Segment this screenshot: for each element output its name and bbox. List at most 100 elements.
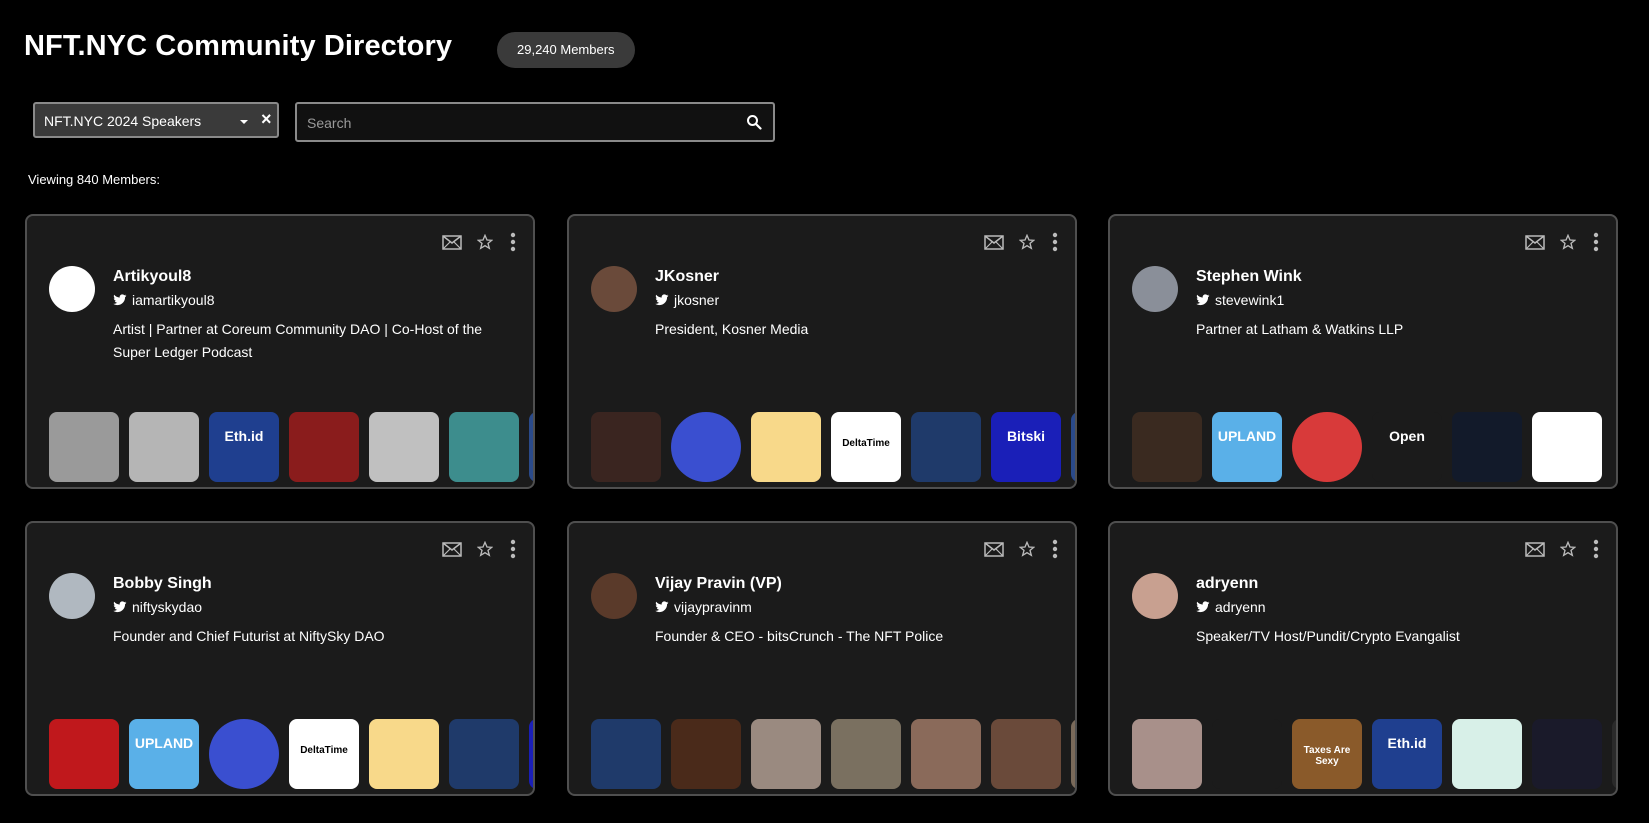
member-name[interactable]: Bobby Singh [113,575,212,593]
nft-thumbnail[interactable] [1071,412,1075,482]
nft-thumbnail[interactable] [369,412,439,482]
member-name[interactable]: Vijay Pravin (VP) [655,575,782,593]
nft-thumbnail[interactable] [129,412,199,482]
message-icon[interactable] [984,235,1004,250]
nft-thumbnail[interactable]: Eth.id [1372,719,1442,789]
filter-selected-value: NFT.NYC 2024 Speakers [44,113,202,129]
member-bio: President, Kosner Media [655,321,809,337]
avatar[interactable] [1132,266,1178,312]
star-icon[interactable] [1019,234,1035,250]
nft-label: Open [1389,428,1425,444]
avatar[interactable] [1132,573,1178,619]
nft-thumbnail[interactable] [529,719,533,789]
nft-gallery: DeltaTime Bitski [591,412,1075,484]
star-icon[interactable] [1560,541,1576,557]
nft-label: Taxes Are Sexy [1303,745,1351,767]
nft-thumbnail[interactable]: Bitski [991,412,1061,482]
nft-thumbnail[interactable]: DeltaTime [831,412,901,482]
nft-thumbnail[interactable] [1452,412,1522,482]
members-count-badge: 29,240 Members [497,32,635,68]
nft-thumbnail[interactable] [209,719,279,789]
member-card[interactable]: Bobby Singh niftyskydao Founder and Chief … [25,521,535,796]
caret-down-icon[interactable] [240,120,248,124]
nft-thumbnail[interactable]: Open [1372,412,1442,482]
nft-thumbnail[interactable] [449,719,519,789]
nft-thumbnail[interactable] [751,719,821,789]
message-icon[interactable] [984,542,1004,557]
more-options-icon[interactable] [510,539,516,559]
nft-thumbnail[interactable] [1212,719,1282,789]
twitter-handle-link[interactable]: jkosner [655,292,719,308]
avatar[interactable] [49,266,95,312]
star-icon[interactable] [1560,234,1576,250]
nft-thumbnail[interactable] [49,412,119,482]
twitter-handle-link[interactable]: stevewink1 [1196,292,1284,308]
nft-thumbnail[interactable] [911,412,981,482]
nft-thumbnail[interactable]: Eth.id [209,412,279,482]
nft-thumbnail[interactable]: UPLAND [1212,412,1282,482]
search-icon[interactable] [746,114,762,130]
star-icon[interactable] [477,541,493,557]
member-card[interactable]: Stephen Wink stevewink1 Partner at Latham … [1108,214,1618,489]
more-options-icon[interactable] [1052,232,1058,252]
nft-thumbnail[interactable] [1132,412,1202,482]
nft-thumbnail[interactable] [831,719,901,789]
nft-thumbnail[interactable] [671,412,741,482]
member-name[interactable]: adryenn [1196,575,1258,593]
more-options-icon[interactable] [1052,539,1058,559]
nft-thumbnail[interactable]: Taxes Are Sexy [1292,719,1362,789]
nft-thumbnail[interactable] [1071,719,1075,789]
twitter-handle-link[interactable]: adryenn [1196,599,1266,615]
member-card[interactable]: adryenn adryenn Speaker/TV Host/Pundit/Cry… [1108,521,1618,796]
member-card[interactable]: Artikyoul8 iamartikyoul8 Artist | Partner … [25,214,535,489]
twitter-icon [655,294,669,306]
nft-thumbnail[interactable] [591,719,661,789]
member-name[interactable]: Artikyoul8 [113,268,191,286]
nft-thumbnail[interactable] [529,412,533,482]
message-icon[interactable] [442,235,462,250]
nft-thumbnail[interactable]: DeltaTime [289,719,359,789]
twitter-handle-link[interactable]: iamartikyoul8 [113,292,214,308]
clear-filter-icon[interactable]: × [261,109,272,130]
nft-thumbnail[interactable] [1532,412,1602,482]
avatar[interactable] [591,573,637,619]
nft-label: DeltaTime [842,438,890,449]
search-field[interactable] [295,102,775,142]
nft-thumbnail[interactable] [449,412,519,482]
nft-thumbnail[interactable] [289,412,359,482]
more-options-icon[interactable] [510,232,516,252]
nft-thumbnail[interactable] [671,719,741,789]
twitter-handle-link[interactable]: vijaypravinm [655,599,752,615]
twitter-handle: adryenn [1215,599,1266,615]
message-icon[interactable] [1525,542,1545,557]
page-title: NFT.NYC Community Directory [24,30,453,62]
nft-thumbnail[interactable] [369,719,439,789]
more-options-icon[interactable] [1593,232,1599,252]
nft-thumbnail[interactable] [1292,412,1362,482]
twitter-handle-link[interactable]: niftyskydao [113,599,202,615]
star-icon[interactable] [477,234,493,250]
avatar[interactable] [49,573,95,619]
avatar[interactable] [591,266,637,312]
nft-thumbnail[interactable] [1452,719,1522,789]
search-input[interactable] [305,112,729,134]
more-options-icon[interactable] [1593,539,1599,559]
nft-thumbnail[interactable]: UPLAND [129,719,199,789]
nft-thumbnail[interactable] [991,719,1061,789]
nft-thumbnail[interactable] [751,412,821,482]
nft-thumbnail[interactable] [1612,719,1616,789]
nft-thumbnail[interactable] [1532,719,1602,789]
message-icon[interactable] [442,542,462,557]
group-filter-select[interactable]: NFT.NYC 2024 Speakers × [33,102,279,138]
star-icon[interactable] [1019,541,1035,557]
nft-thumbnail[interactable] [911,719,981,789]
nft-thumbnail[interactable] [591,412,661,482]
nft-gallery: UPLAND Open [1132,412,1616,484]
member-name[interactable]: Stephen Wink [1196,268,1302,286]
member-card[interactable]: JKosner jkosner President, Kosner Media Del… [567,214,1077,489]
nft-thumbnail[interactable] [1132,719,1202,789]
message-icon[interactable] [1525,235,1545,250]
nft-thumbnail[interactable] [49,719,119,789]
member-card[interactable]: Vijay Pravin (VP) vijaypravinm Founder & C… [567,521,1077,796]
member-name[interactable]: JKosner [655,268,719,286]
